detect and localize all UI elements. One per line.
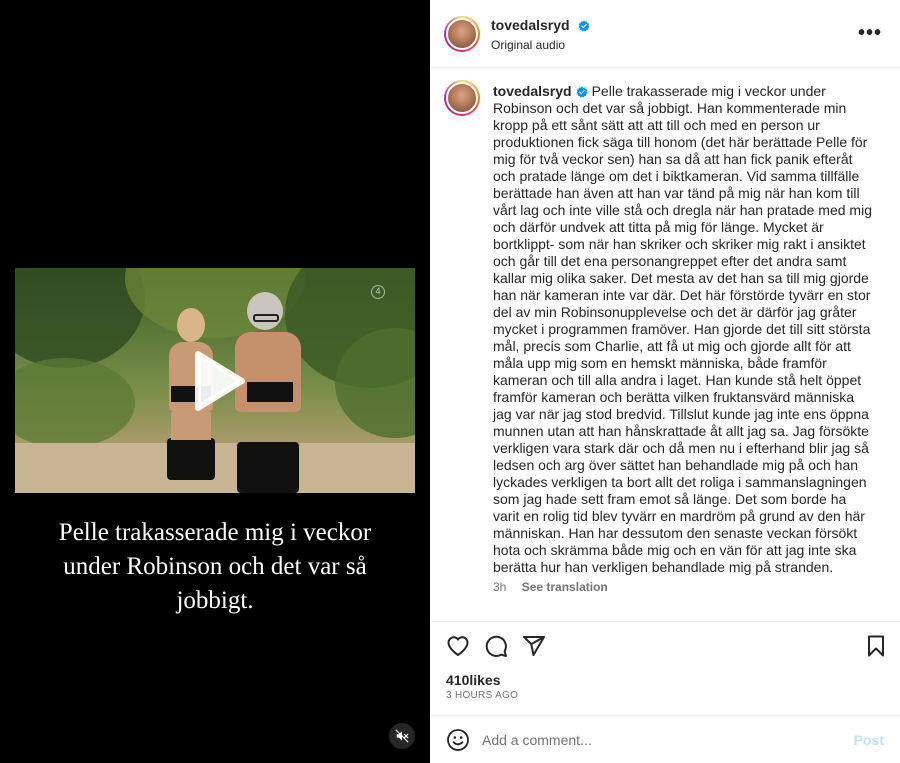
- avatar-image: [446, 18, 478, 50]
- avatar[interactable]: [444, 80, 480, 116]
- post-details-pane: tovedalsryd Original audio ••• tovedalsr…: [430, 0, 900, 763]
- caption-age: 3h: [493, 580, 507, 594]
- post-timestamp[interactable]: 3 HOURS AGO: [446, 690, 518, 701]
- audio-label[interactable]: Original audio: [491, 38, 590, 52]
- video-caption-overlay: Pelle trakasserade mig i veckor under Ro…: [58, 519, 372, 614]
- play-icon: [195, 350, 245, 411]
- video-player[interactable]: 4: [15, 268, 415, 493]
- caption-body: Pelle trakasserade mig i veckor under Ro…: [493, 83, 872, 575]
- post-author-username[interactable]: tovedalsryd: [491, 17, 570, 33]
- emoji-icon[interactable]: [446, 728, 470, 752]
- action-bar: [430, 622, 900, 668]
- avatar[interactable]: [444, 16, 480, 52]
- post-comment-button[interactable]: Post: [854, 732, 884, 748]
- caption-block: tovedalsryd Pelle trakasserade mig i vec…: [430, 68, 900, 622]
- caption-meta: 3h See translation: [493, 580, 608, 594]
- mute-button[interactable]: [389, 723, 415, 749]
- verified-icon: [578, 20, 590, 32]
- bookmark-icon[interactable]: [864, 634, 888, 658]
- comment-bar: Post: [430, 715, 900, 763]
- play-button[interactable]: [180, 346, 250, 416]
- caption-author-username[interactable]: tovedalsryd: [493, 83, 572, 99]
- share-icon[interactable]: [522, 634, 546, 658]
- mute-icon: [395, 729, 409, 743]
- media-pane: 4 Pelle trakasserade mig i veckor under …: [0, 0, 430, 763]
- more-options-icon: •••: [857, 22, 882, 44]
- see-translation-button[interactable]: See translation: [522, 580, 608, 594]
- verified-icon: [576, 86, 588, 98]
- carousel-count-badge: 4: [371, 285, 385, 299]
- avatar-image: [446, 82, 478, 114]
- post-header: tovedalsryd Original audio •••: [430, 0, 900, 68]
- comment-input[interactable]: [482, 728, 832, 752]
- comment-icon[interactable]: [484, 634, 508, 658]
- caption-text: tovedalsryd Pelle trakasserade mig i vec…: [493, 83, 876, 576]
- like-count[interactable]: 410likes: [446, 672, 501, 688]
- heart-icon[interactable]: [446, 634, 470, 658]
- more-options-button[interactable]: •••: [858, 22, 882, 45]
- foliage-decoration: [15, 358, 135, 448]
